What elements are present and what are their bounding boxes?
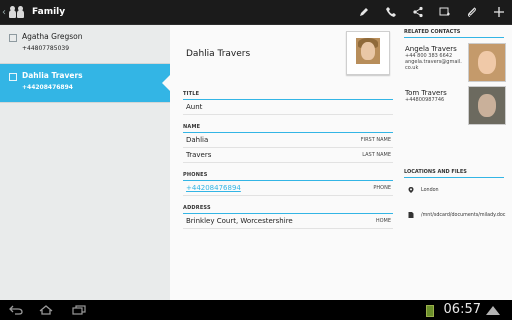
attach-icon[interactable] [458,0,485,24]
address-value: Brinkley Court, Worcestershire [186,217,293,225]
checkbox[interactable] [9,34,17,42]
wifi-icon [486,306,500,315]
detail-main: Dahlia Travers TITLE Aunt NAME Dahlia FI… [170,25,400,300]
related-contact[interactable]: Angela Travers +44 800 383 6642 angela.t… [405,45,462,71]
battery-icon [426,305,434,317]
list-item[interactable]: Agatha Gregson +44807785039 [0,25,170,64]
title-row[interactable]: Aunt [183,100,393,115]
field-type-label: FIRST NAME [360,137,391,143]
add-icon[interactable] [485,0,512,24]
related-contact-photo[interactable] [468,86,506,125]
first-name-value: Dahlia [186,136,209,144]
contact-list: Agatha Gregson +44807785039 Dahlia Trave… [0,25,170,300]
list-item[interactable]: Dahlia Travers +44208476894 [0,64,170,103]
action-bar: ‹ Family [0,0,512,25]
related-contact-detail: +44800987746 [405,97,445,103]
contact-name: Agatha Gregson [22,32,83,41]
title-value: Aunt [186,103,203,111]
section-header: PHONES [183,172,393,181]
detail-side: RELATED CONTACTS Angela Travers +44 800 … [402,25,512,300]
contacts-group-icon[interactable] [8,5,26,19]
section-header: NAME [183,124,393,133]
name-section: NAME Dahlia FIRST NAME Travers LAST NAME [183,124,393,163]
contact-detail: Dahlia Travers TITLE Aunt NAME Dahlia FI… [170,25,512,300]
contact-photo[interactable] [346,31,390,75]
related-contacts-header: RELATED CONTACTS [404,29,504,38]
location-pin-icon [408,187,414,193]
checkbox[interactable] [9,73,17,81]
recent-apps-icon[interactable] [72,304,86,316]
section-header: ADDRESS [183,205,393,214]
related-contact-photo[interactable] [468,43,506,82]
system-nav-bar: 06:57 [0,300,512,320]
new-contact-icon[interactable] [431,0,458,24]
title-section: TITLE Aunt [183,91,393,115]
related-contact-detail: co.uk [405,65,419,71]
field-type-label: LAST NAME [362,152,391,158]
first-name-row[interactable]: Dahlia FIRST NAME [183,133,393,148]
contact-full-name: Dahlia Travers [186,49,251,59]
action-buttons [350,0,512,24]
location-text: London [421,187,439,193]
related-contact[interactable]: Tom Travers +44800987746 [405,89,447,103]
share-icon[interactable] [404,0,431,24]
phone-icon[interactable] [377,0,404,24]
phone-row[interactable]: +44208476894 PHONE [183,181,393,196]
section-header: TITLE [183,91,393,100]
related-contact-name: Angela Travers [405,45,457,53]
related-contact-name: Tom Travers [405,89,447,97]
phones-section: PHONES +44208476894 PHONE [183,172,393,196]
file-path: /mnt/sdcard/documents/milady.doc [421,212,506,218]
field-type-label: PHONE [373,185,391,191]
last-name-row[interactable]: Travers LAST NAME [183,148,393,163]
app-title: Family [32,7,66,17]
contact-phone: +44807785039 [22,45,70,52]
screen: ‹ Family Agatha Gregson +44807785039 Dah… [0,0,512,320]
contact-name: Dahlia Travers [22,71,83,80]
locations-files-header: LOCATIONS AND FILES [404,169,504,178]
file-item[interactable]: /mnt/sdcard/documents/milady.doc [408,212,505,218]
contact-phone: +44208476894 [22,84,73,91]
address-row[interactable]: Brinkley Court, Worcestershire HOME [183,214,393,229]
clock: 06:57 [443,302,481,317]
address-section: ADDRESS Brinkley Court, Worcestershire H… [183,205,393,229]
field-type-label: HOME [375,218,391,224]
file-icon [408,212,414,218]
phone-link[interactable]: +44208476894 [186,184,241,192]
location-item[interactable]: London [408,187,439,193]
home-icon[interactable] [39,304,53,316]
back-icon[interactable] [9,304,23,316]
last-name-value: Travers [186,151,212,159]
edit-icon[interactable] [350,0,377,24]
